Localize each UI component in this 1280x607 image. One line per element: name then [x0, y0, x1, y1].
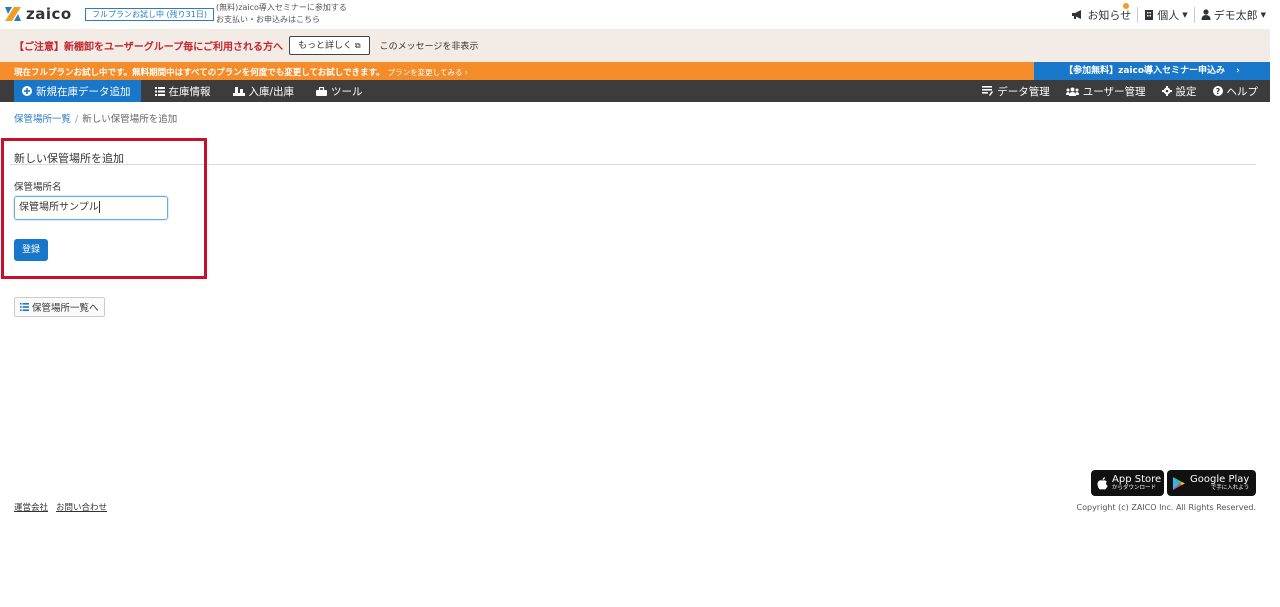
google-play-badge[interactable]: Google Play で手に入れよう [1167, 470, 1256, 496]
nav-label: 新規在庫データ追加 [36, 85, 131, 98]
back-to-list-label: 保管場所一覧へ [32, 303, 99, 314]
building-icon [1145, 10, 1154, 20]
seminar-link[interactable]: (無料)zaico導入セミナーに参加する [216, 2, 347, 14]
hide-message-link[interactable]: このメッセージを非表示 [380, 39, 479, 52]
main-nav: 新規在庫データ追加 在庫情報 入庫/出庫 ツール データ管理 ユーザー管理 設定… [0, 80, 1270, 102]
google-play-title: Google Play [1190, 473, 1250, 485]
learn-more-label: もっと詳しく [298, 41, 353, 51]
user-menu-dropdown[interactable]: デモ太郎 ▼ [1195, 6, 1272, 24]
nav-in-out[interactable]: 入庫/出庫 [225, 80, 303, 102]
gear-icon [1161, 86, 1172, 96]
seminar-signup-button[interactable]: 【参加無料】zaico導入セミナー申込み › [1034, 62, 1270, 80]
notice-banner: 【ご注意】新棚卸をユーザーグループ毎にご利用される方へ もっと詳しく ⧉ このメ… [0, 29, 1270, 62]
user-name: デモ太郎 [1213, 8, 1258, 22]
app-store-badge[interactable]: App Store からダウンロード [1091, 470, 1164, 496]
users-icon [1065, 87, 1079, 96]
learn-more-button[interactable]: もっと詳しく ⧉ [289, 36, 370, 55]
nav-help[interactable]: ? ヘルプ [1205, 80, 1271, 102]
nav-settings[interactable]: 設定 [1154, 80, 1205, 102]
nav-tools[interactable]: ツール [308, 80, 371, 102]
zaico-logo-icon [4, 5, 22, 23]
workspace-dropdown[interactable]: 個人 ▼ [1138, 6, 1193, 24]
chevron-down-icon: ▼ [1182, 10, 1188, 19]
app-store-subtitle: からダウンロード [1112, 484, 1157, 491]
nav-label: ユーザー管理 [1082, 85, 1146, 98]
app-store-title: App Store [1112, 473, 1162, 485]
notice-text: 【ご注意】新棚卸をユーザーグループ毎にご利用される方へ [14, 42, 283, 53]
nav-inventory-info[interactable]: 在庫情報 [147, 80, 219, 102]
workspace-label: 個人 [1157, 8, 1180, 22]
nav-label: ツール [331, 85, 363, 98]
top-links: (無料)zaico導入セミナーに参加する お支払い・お申込みはこちら [216, 2, 347, 26]
chevron-down-icon: ▼ [1260, 10, 1266, 19]
logo-text: zaico [26, 5, 72, 23]
footer-links: 運営会社 お問い合わせ [14, 501, 115, 513]
user-icon [1201, 9, 1211, 20]
change-plan-link[interactable]: プランを変更してみる › [388, 68, 468, 77]
zaico-logo[interactable]: zaico [4, 5, 72, 23]
apple-icon [1097, 476, 1108, 490]
google-play-icon [1173, 476, 1185, 490]
chevron-right-icon: › [1236, 66, 1240, 76]
notification-dot [1123, 3, 1129, 9]
seminar-label: 【参加無料】zaico導入セミナー申込み [1064, 66, 1226, 76]
help-icon: ? [1212, 86, 1223, 96]
svg-text:?: ? [1215, 87, 1220, 96]
data-icon [982, 86, 994, 96]
breadcrumb-parent-link[interactable]: 保管場所一覧 [14, 114, 71, 125]
app-store-text: App Store からダウンロード [1112, 473, 1162, 492]
nav-label: 入庫/出庫 [248, 85, 295, 98]
inout-icon [232, 86, 245, 96]
list-icon [154, 86, 165, 96]
back-to-list-button[interactable]: 保管場所一覧へ [14, 297, 105, 317]
contact-link[interactable]: お問い合わせ [56, 503, 107, 513]
payment-link[interactable]: お支払い・お申込みはこちら [216, 14, 347, 26]
megaphone-icon [1072, 10, 1082, 19]
top-right-menu: お知らせ 個人 ▼ デモ太郎 ▼ [1065, 0, 1272, 29]
breadcrumb-separator: / [75, 114, 79, 125]
top-header: zaico フルプランお試し中 (残り31日) (無料)zaico導入セミナーに… [0, 0, 1280, 29]
nav-user-management[interactable]: ユーザー管理 [1058, 80, 1154, 102]
breadcrumb: 保管場所一覧 / 新しい保管場所を追加 [14, 111, 177, 125]
external-link-icon: ⧉ [354, 41, 361, 50]
trial-status-badge[interactable]: フルプランお試し中 (残り31日) [85, 8, 214, 21]
promo-message: 現在フルプランお試し中です。無料期間中はすべてのプランを何度でも変更してお試しで… [14, 68, 385, 78]
company-link[interactable]: 運営会社 [14, 503, 48, 513]
plus-circle-icon [22, 86, 32, 96]
toolbox-icon [316, 86, 328, 96]
nav-data-management[interactable]: データ管理 [974, 80, 1058, 102]
nav-label: 在庫情報 [168, 85, 211, 98]
list-icon [20, 303, 29, 311]
google-play-text: Google Play で手に入れよう [1190, 473, 1250, 492]
promo-text-wrap: 現在フルプランお試し中です。無料期間中はすべてのプランを何度でも変更してお試しで… [14, 66, 468, 78]
nav-add-inventory[interactable]: 新規在庫データ追加 [14, 80, 141, 102]
highlight-annotation-box [1, 138, 207, 279]
trial-promo-bar: 現在フルプランお試し中です。無料期間中はすべてのプランを何度でも変更してお試しで… [0, 62, 1270, 80]
nav-label: データ管理 [997, 85, 1050, 98]
google-play-subtitle: で手に入れよう [1210, 484, 1250, 491]
breadcrumb-current: 新しい保管場所を追加 [82, 114, 178, 125]
nav-label: 設定 [1175, 85, 1197, 98]
copyright-text: Copyright (c) ZAICO Inc. All Rights Rese… [1076, 503, 1256, 512]
nav-label: ヘルプ [1226, 85, 1259, 98]
